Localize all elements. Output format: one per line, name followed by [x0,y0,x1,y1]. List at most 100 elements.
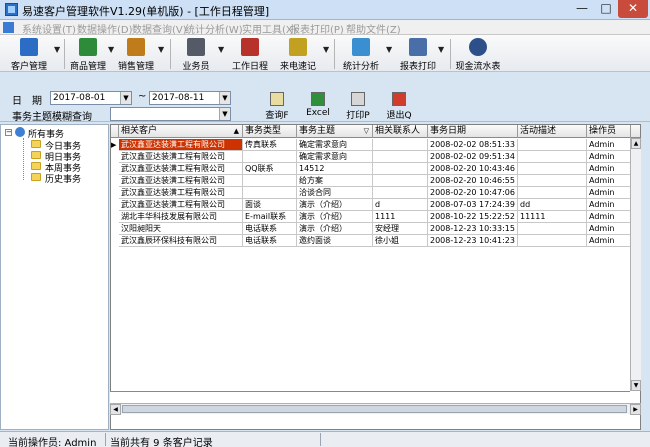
cell-event-type[interactable]: E-mail联系 [243,211,297,223]
cell-description[interactable] [518,235,587,247]
cell-date[interactable]: 2008-12-23 10:41:23 [428,235,518,247]
excel-button[interactable]: Excel [303,91,333,122]
statistics-dropdown[interactable]: ▼ [386,45,394,55]
salesperson-button[interactable]: 业务员 [176,37,216,72]
cell-event-type[interactable]: 电话联系 [243,223,297,235]
cell-operator[interactable]: Admin [587,211,631,223]
cell-contact[interactable] [373,163,428,175]
table-row[interactable]: 湖北丰华科技发展有限公司 E-mail联系 演示（介绍） 1111 2008-10-22… [111,211,640,223]
cell-event-type[interactable]: 电话联系 [243,235,297,247]
cell-event-type[interactable]: 面谈 [243,199,297,211]
event-grid[interactable]: 相关客户 ▲ 事务类型 事务主题 ▽ 相关联系人 事务日期 活动描述 操作员 ▶ 武汉… [110,124,641,430]
customer-management-dropdown[interactable]: ▼ [54,45,62,55]
customer-management-button[interactable]: 客户管理 [6,37,52,72]
sales-management-dropdown[interactable]: ▼ [158,45,166,55]
statistics-button[interactable]: 统计分析 [338,37,384,72]
date-from-picker[interactable]: 2017-08-01 ▼ [50,91,132,105]
cell-contact[interactable]: 安经理 [373,223,428,235]
close-button[interactable]: ✕ [618,0,648,18]
product-management-button[interactable]: 商品管理 [68,37,108,72]
cell-description[interactable] [518,163,587,175]
call-notes-dropdown[interactable]: ▼ [323,45,331,55]
minimize-button[interactable]: — [570,0,594,18]
cell-operator[interactable]: Admin [587,187,631,199]
cell-event-type[interactable]: QQ联系 [243,163,297,175]
column-customer[interactable]: 相关客户 ▲ [119,125,243,138]
menu-tools[interactable]: 实用工具(X) [242,21,297,36]
sales-management-button[interactable]: 销售管理 [116,37,156,72]
work-schedule-button[interactable]: 工作日程 [230,37,270,72]
call-notes-button[interactable]: 来电速记 [276,37,320,72]
cell-contact[interactable] [373,175,428,187]
cell-date[interactable]: 2008-10-22 15:22:52 [428,211,518,223]
cell-description[interactable] [518,139,587,151]
cell-subject[interactable]: 确定需求意向 [297,139,373,151]
cell-customer[interactable]: 湖北丰华科技发展有限公司 [119,211,243,223]
cell-event-type[interactable] [243,175,297,187]
cell-subject[interactable]: 14512 [297,163,373,175]
cell-operator[interactable]: Admin [587,151,631,163]
cell-contact[interactable] [373,151,428,163]
cell-customer[interactable]: 汉阳昶阳天 [119,223,243,235]
cell-description[interactable] [518,187,587,199]
table-row[interactable]: 汉阳昶阳天 电话联系 演示（介绍） 安经理 2008-12-23 10:33:15 Adm… [111,223,640,235]
table-row[interactable]: ▶ 武汉鑫亚达装潢工程有限公司 传真联系 确定需求意向 2008-02-02 08:51… [111,139,640,151]
cell-description[interactable] [518,223,587,235]
print-button[interactable]: 打印P [343,91,373,122]
cell-subject[interactable]: 演示（介绍） [297,211,373,223]
menu-data-query[interactable]: 数据查询(V) [132,21,187,36]
cell-description[interactable] [518,175,587,187]
product-management-dropdown[interactable]: ▼ [108,45,116,55]
column-description[interactable]: 活动描述 [518,125,587,138]
cell-date[interactable]: 2008-12-23 10:33:15 [428,223,518,235]
cell-customer[interactable]: 武汉鑫亚达装潢工程有限公司 [119,139,243,151]
chevron-down-icon[interactable]: ▼ [219,108,230,120]
cell-date[interactable]: 2008-02-02 09:51:34 [428,151,518,163]
cell-customer[interactable]: 武汉鑫辰环保科技有限公司 [119,235,243,247]
table-row[interactable]: 武汉鑫亚达装潢工程有限公司 确定需求意向 2008-02-02 09:51:34 Ad… [111,151,640,163]
scroll-thumb[interactable] [122,405,627,413]
salesperson-dropdown[interactable]: ▼ [218,45,226,55]
menu-help[interactable]: 帮助文件(Z) [346,21,401,36]
exit-button[interactable]: 退出Q [384,91,414,122]
cell-contact[interactable]: 1111 [373,211,428,223]
scroll-left-icon[interactable]: ◀ [110,404,121,415]
chevron-down-icon[interactable]: ▼ [120,92,131,104]
cell-event-type[interactable] [243,151,297,163]
cell-event-type[interactable] [243,187,297,199]
cell-date[interactable]: 2008-02-02 08:51:33 [428,139,518,151]
cell-date[interactable]: 2008-02-20 10:46:55 [428,175,518,187]
column-contact[interactable]: 相关联系人 [373,125,428,138]
cell-subject[interactable]: 洽谈合同 [297,187,373,199]
column-operator[interactable]: 操作员 [587,125,631,138]
scroll-up-icon[interactable]: ▲ [631,138,641,149]
cell-contact[interactable] [373,187,428,199]
scroll-down-icon[interactable]: ▼ [631,380,641,391]
cell-customer[interactable]: 武汉鑫亚达装潢工程有限公司 [119,175,243,187]
cell-event-type[interactable]: 传真联系 [243,139,297,151]
cell-date[interactable]: 2008-07-03 17:24:39 [428,199,518,211]
cell-subject[interactable]: 演示（介绍） [297,199,373,211]
cell-description[interactable]: dd [518,199,587,211]
query-button[interactable]: 查询F [262,91,292,122]
cell-subject[interactable]: 邀约面谈 [297,235,373,247]
cell-operator[interactable]: Admin [587,235,631,247]
vertical-scrollbar[interactable]: ▲ ▼ [630,138,641,391]
cell-subject[interactable]: 给方案 [297,175,373,187]
maximize-button[interactable]: □ [594,0,618,18]
cell-contact[interactable]: 徐小姐 [373,235,428,247]
cell-operator[interactable]: Admin [587,199,631,211]
cell-operator[interactable]: Admin [587,139,631,151]
cell-date[interactable]: 2008-02-20 10:47:06 [428,187,518,199]
column-date[interactable]: 事务日期 [428,125,518,138]
fuzzy-query-input[interactable]: ▼ [110,107,231,121]
column-subject[interactable]: 事务主题 ▽ [297,125,373,138]
horizontal-scrollbar[interactable]: ◀ ▶ [110,403,641,415]
cell-date[interactable]: 2008-02-20 10:43:46 [428,163,518,175]
cell-subject[interactable]: 确定需求意向 [297,151,373,163]
cell-customer[interactable]: 武汉鑫亚达装潢工程有限公司 [119,163,243,175]
table-row[interactable]: 武汉鑫亚达装潢工程有限公司 洽谈合同 2008-02-20 10:47:06 Admi… [111,187,640,199]
cell-operator[interactable]: Admin [587,175,631,187]
cash-flow-button[interactable]: 现金流水表 [454,37,502,72]
cell-subject[interactable]: 演示（介绍） [297,223,373,235]
